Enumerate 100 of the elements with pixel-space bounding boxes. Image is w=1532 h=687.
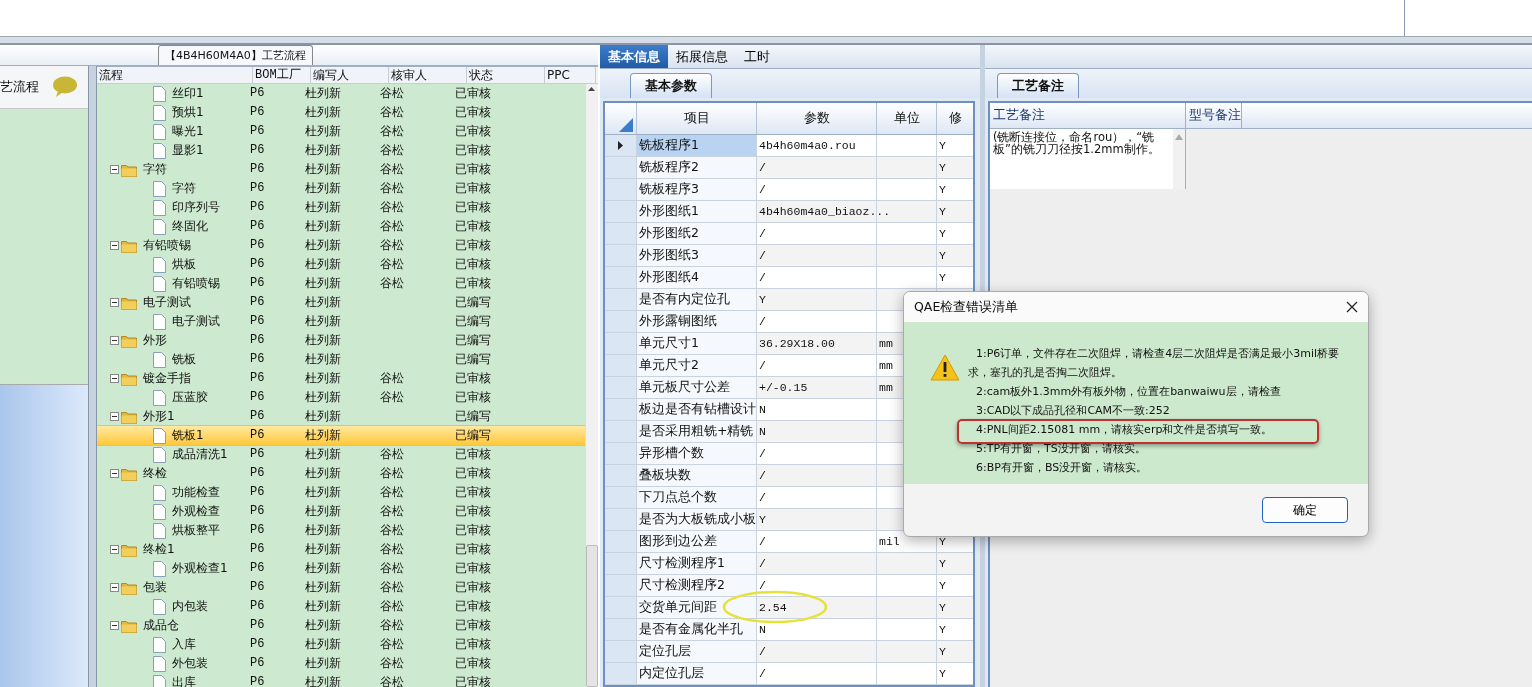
sub-tab[interactable]: 基本参数 bbox=[630, 73, 712, 98]
close-button[interactable] bbox=[1346, 301, 1358, 313]
table-row[interactable]: 尺寸检测程序1 / Y bbox=[605, 553, 973, 575]
column-header[interactable]: 单位 bbox=[877, 103, 937, 134]
collapse-icon[interactable] bbox=[110, 298, 119, 307]
table-cell-text: 杜列新 bbox=[305, 199, 342, 216]
table-row[interactable]: 外形图纸2 / Y bbox=[605, 223, 973, 245]
table-row[interactable]: 交货单元间距 2.54 Y bbox=[605, 597, 973, 619]
tree-node-label: 成品仓 bbox=[142, 617, 179, 634]
document-icon bbox=[153, 389, 166, 406]
table-cell-text: 已编写 bbox=[455, 427, 492, 444]
collapse-icon[interactable] bbox=[110, 374, 119, 383]
note-text: (铣断连接位，命名rou），“铣 bbox=[993, 131, 1156, 143]
tree-node-label: 包装 bbox=[142, 579, 167, 596]
column-header[interactable]: 参数 bbox=[757, 103, 877, 134]
tree-row[interactable]: 铣板 P6 杜列新 已编写 bbox=[97, 350, 585, 369]
tree-row[interactable]: 有铅喷锡 P6 杜列新 谷松 已审核 bbox=[97, 236, 585, 255]
collapse-icon[interactable] bbox=[110, 621, 119, 630]
collapse-icon[interactable] bbox=[110, 336, 119, 345]
tree-row[interactable]: 丝印1 P6 杜列新 谷松 已审核 bbox=[97, 84, 585, 103]
tree-row[interactable]: 印序列号 P6 杜列新 谷松 已审核 bbox=[97, 198, 585, 217]
table-cell-text: 已审核 bbox=[455, 636, 492, 653]
tab[interactable]: 基本信息 bbox=[600, 45, 668, 68]
folder-icon bbox=[121, 409, 137, 424]
document-icon bbox=[153, 123, 166, 140]
tree-row[interactable]: 压蓝胶 P6 杜列新 谷松 已审核 bbox=[97, 388, 585, 407]
collapse-icon[interactable] bbox=[110, 241, 119, 250]
sub-tab[interactable]: 工艺备注 bbox=[997, 73, 1079, 98]
table-cell-text: 杜列新 bbox=[305, 313, 342, 330]
table-cell-text: 杜列新 bbox=[305, 275, 342, 292]
tree-row[interactable]: 铣板1 P6 杜列新 已编写 bbox=[97, 426, 585, 445]
tree-row[interactable]: 显影1 P6 杜列新 谷松 已审核 bbox=[97, 141, 585, 160]
message-text: 3:CAD以下成品孔径和CAM不一致:252 bbox=[976, 404, 1170, 417]
table-cell-text: 杜列新 bbox=[305, 85, 342, 102]
tree-row[interactable]: 内包装 P6 杜列新 谷松 已审核 bbox=[97, 597, 585, 616]
tree-row[interactable]: 烘板 P6 杜列新 谷松 已审核 bbox=[97, 255, 585, 274]
tree-row[interactable]: 终固化 P6 杜列新 谷松 已审核 bbox=[97, 217, 585, 236]
collapse-icon[interactable] bbox=[110, 469, 119, 478]
table-cell: 谷松 bbox=[380, 200, 404, 214]
table-row[interactable]: 铣板程序1 4b4h60m4a0.rou Y bbox=[605, 135, 973, 157]
table-row[interactable]: 定位孔层 / Y bbox=[605, 641, 973, 663]
table-cell-text: 已审核 bbox=[455, 161, 492, 178]
scrollbar-thumb[interactable] bbox=[586, 545, 598, 687]
tree-row[interactable]: 终检1 P6 杜列新 谷松 已审核 bbox=[97, 540, 585, 559]
tree-row[interactable]: 成品清洗1 P6 杜列新 谷松 已审核 bbox=[97, 445, 585, 464]
tree-row[interactable]: 外观检查 P6 杜列新 谷松 已审核 bbox=[97, 502, 585, 521]
tree-node-label: 字符 bbox=[142, 161, 167, 178]
collapse-icon[interactable] bbox=[110, 412, 119, 421]
table-cell-text: 杜列新 bbox=[305, 636, 342, 653]
tree-row[interactable]: 成品仓 P6 杜列新 谷松 已审核 bbox=[97, 616, 585, 635]
collapse-icon[interactable] bbox=[110, 583, 119, 592]
table-cell: / bbox=[759, 447, 766, 460]
tree-row[interactable]: 外形1 P6 杜列新 已编写 bbox=[97, 407, 585, 426]
tree-row[interactable]: 入库 P6 杜列新 谷松 已审核 bbox=[97, 635, 585, 654]
column-header[interactable]: 状态 bbox=[467, 67, 545, 83]
tree-row[interactable]: 外形 P6 杜列新 已编写 bbox=[97, 331, 585, 350]
collapse-icon[interactable] bbox=[110, 545, 119, 554]
tree-row[interactable]: 字符 P6 杜列新 谷松 已审核 bbox=[97, 160, 585, 179]
tab[interactable]: 工时 bbox=[736, 45, 778, 68]
table-cell-text: P6 bbox=[250, 560, 266, 577]
tree-row[interactable]: 终检 P6 杜列新 谷松 已审核 bbox=[97, 464, 585, 483]
column-header[interactable]: 型号备注 bbox=[1186, 103, 1242, 128]
table-cell: 谷松 bbox=[380, 447, 404, 461]
table-cell-text: 已审核 bbox=[455, 256, 492, 273]
tree-row[interactable]: 功能检查 P6 杜列新 谷松 已审核 bbox=[97, 483, 585, 502]
tree-row[interactable]: 外观检查1 P6 杜列新 谷松 已审核 bbox=[97, 559, 585, 578]
ok-button[interactable]: 确定 bbox=[1262, 497, 1348, 523]
tree-row[interactable]: 电子测试 P6 杜列新 已编写 bbox=[97, 293, 585, 312]
tree-row[interactable]: 包装 P6 杜列新 谷松 已审核 bbox=[97, 578, 585, 597]
table-row[interactable]: 外形图纸4 / Y bbox=[605, 267, 973, 289]
table-cell-text: P6 bbox=[250, 579, 266, 596]
column-header[interactable]: 项目 bbox=[637, 103, 757, 134]
tree-node-label: 字符 bbox=[171, 180, 196, 197]
table-row[interactable]: 外形图纸3 / Y bbox=[605, 245, 973, 267]
tree-row[interactable]: 镀金手指 P6 杜列新 谷松 已审核 bbox=[97, 369, 585, 388]
column-header[interactable]: PPC bbox=[545, 67, 596, 83]
table-cell-text: 杜列新 bbox=[305, 484, 342, 501]
tree-row[interactable]: 字符 P6 杜列新 谷松 已审核 bbox=[97, 179, 585, 198]
tree-row[interactable]: 外包装 P6 杜列新 谷松 已审核 bbox=[97, 654, 585, 673]
column-header[interactable]: 流程 bbox=[97, 67, 253, 83]
column-header[interactable]: 修 bbox=[937, 103, 973, 134]
collapse-icon[interactable] bbox=[110, 165, 119, 174]
message-text: 2:cam板外1.3mm外有板外物，位置在banwaiwu层，请检查 bbox=[976, 385, 1281, 398]
table-cell: 4b4h60m4a0.rou bbox=[759, 139, 856, 152]
table-cell: Y bbox=[939, 271, 946, 284]
tree-row[interactable]: 出库 P6 杜列新 谷松 已审核 bbox=[97, 673, 585, 687]
table-row[interactable]: 铣板程序2 / Y bbox=[605, 157, 973, 179]
column-header[interactable]: 工艺备注 bbox=[990, 103, 1186, 128]
tree-row[interactable]: 预烘1 P6 杜列新 谷松 已审核 bbox=[97, 103, 585, 122]
column-header[interactable]: BOM工厂 bbox=[253, 67, 311, 83]
tree-row[interactable]: 电子测试 P6 杜列新 已编写 bbox=[97, 312, 585, 331]
column-header[interactable]: 编写人 bbox=[311, 67, 389, 83]
tree-row[interactable]: 烘板整平 P6 杜列新 谷松 已审核 bbox=[97, 521, 585, 540]
table-row[interactable]: 外形图纸1 4b4h60m4a0_biaoz... Y bbox=[605, 201, 973, 223]
row-pointer-icon bbox=[618, 141, 623, 150]
tab[interactable]: 拓展信息 bbox=[668, 45, 736, 68]
tree-row[interactable]: 有铅喷锡 P6 杜列新 谷松 已审核 bbox=[97, 274, 585, 293]
tree-row[interactable]: 曝光1 P6 杜列新 谷松 已审核 bbox=[97, 122, 585, 141]
column-header[interactable]: 核审人 bbox=[389, 67, 467, 83]
table-row[interactable]: 内定位孔层 / Y bbox=[605, 663, 973, 685]
